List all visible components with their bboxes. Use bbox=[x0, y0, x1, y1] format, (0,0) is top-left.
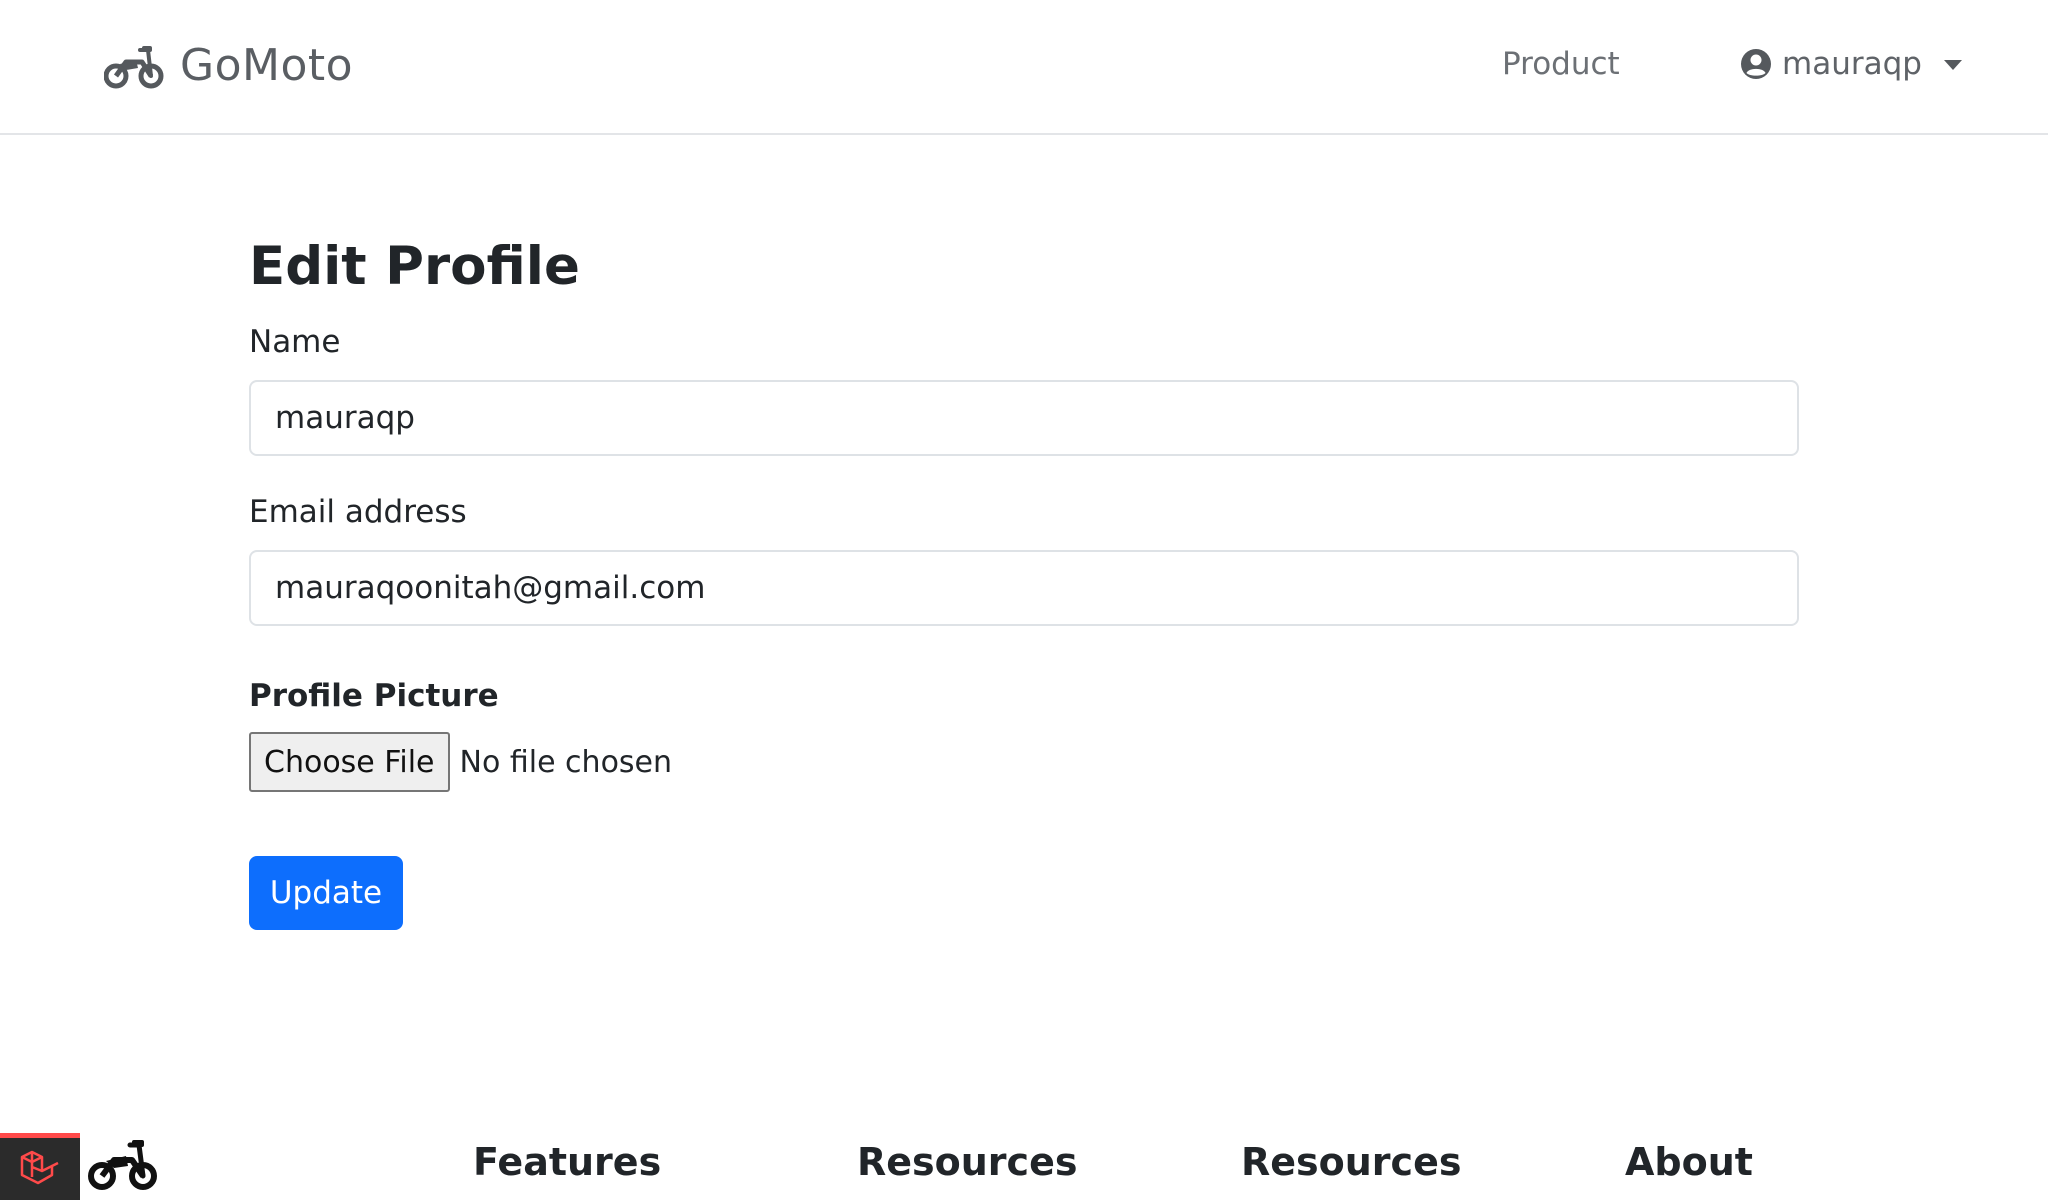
footer-heading-features: Features bbox=[473, 1140, 662, 1184]
motorcycle-icon bbox=[104, 45, 164, 88]
user-name: mauraqp bbox=[1782, 46, 1922, 82]
file-status: No file chosen bbox=[459, 744, 673, 780]
laravel-icon bbox=[20, 1150, 59, 1185]
footer: Features Resources Resources About bbox=[0, 1130, 2048, 1200]
update-button[interactable]: Update bbox=[249, 856, 403, 930]
profile-picture-label: Profile Picture bbox=[249, 678, 499, 714]
email-label: Email address bbox=[249, 494, 467, 530]
navbar: GoMoto Product mauraqp bbox=[0, 0, 2048, 135]
file-input: Choose File No file chosen bbox=[249, 732, 1799, 792]
motorcycle-icon[interactable] bbox=[88, 1136, 158, 1194]
laravel-debug-badge[interactable] bbox=[0, 1133, 80, 1200]
user-dropdown[interactable]: mauraqp bbox=[1740, 46, 1962, 82]
choose-file-button[interactable]: Choose File bbox=[249, 732, 450, 792]
email-field[interactable]: mauraqoonitah@gmail.com bbox=[249, 550, 1799, 626]
chevron-down-icon bbox=[1943, 60, 1962, 70]
nav-link-product[interactable]: Product bbox=[1502, 46, 1620, 82]
page-title: Edit Profile bbox=[249, 236, 580, 297]
footer-heading-about: About bbox=[1625, 1140, 1753, 1184]
brand-name: GoMoto bbox=[180, 40, 354, 91]
name-label: Name bbox=[249, 324, 341, 360]
footer-heading-resources-2: Resources bbox=[1241, 1140, 1462, 1184]
footer-heading-resources: Resources bbox=[857, 1140, 1078, 1184]
edit-profile-form: Edit Profile Name mauraqp Email address … bbox=[249, 234, 1799, 930]
name-field[interactable]: mauraqp bbox=[249, 380, 1799, 456]
user-circle-icon bbox=[1741, 49, 1771, 79]
brand[interactable]: GoMoto bbox=[104, 40, 353, 91]
